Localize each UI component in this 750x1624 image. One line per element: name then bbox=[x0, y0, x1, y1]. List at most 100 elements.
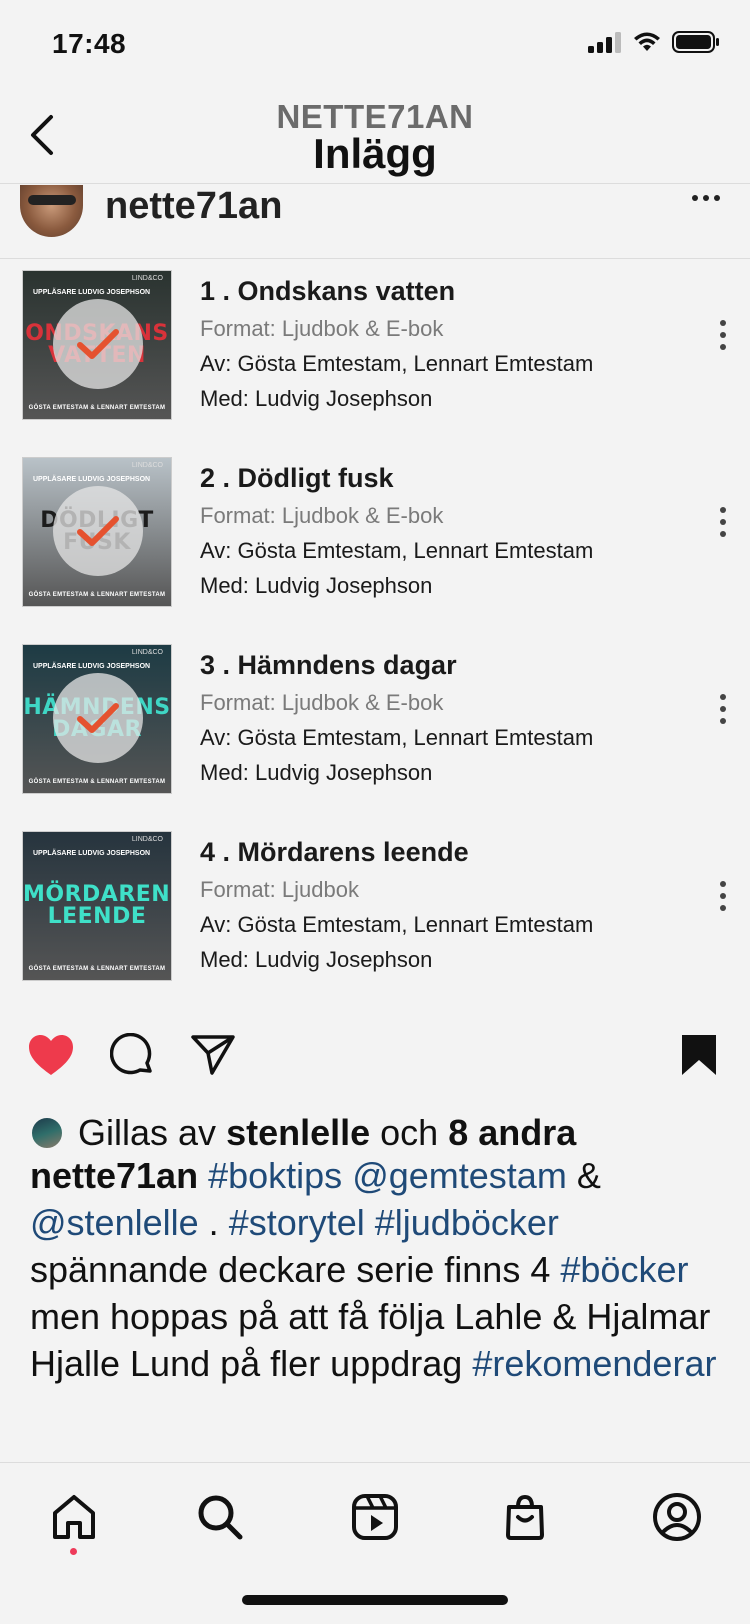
likes-row[interactable]: Gillas av stenlelle och 8 andra bbox=[30, 1108, 576, 1158]
book-menu-button[interactable] bbox=[720, 507, 726, 537]
bookmark-icon bbox=[682, 1035, 716, 1075]
post-username[interactable]: nette71an bbox=[105, 185, 282, 228]
like-button[interactable] bbox=[26, 1030, 76, 1080]
cover-logo: LIND&CO bbox=[131, 836, 163, 843]
reels-icon bbox=[352, 1494, 398, 1540]
dot-icon bbox=[720, 507, 726, 513]
dot-icon bbox=[720, 718, 726, 724]
book-author: Av: Gösta Emtestam, Lennart Emtestam bbox=[200, 538, 594, 563]
cover-narrator: UPPLÄSARE LUDVIG JOSEPHSON bbox=[33, 476, 151, 483]
hashtag-link[interactable]: #storytel bbox=[229, 1202, 365, 1243]
caption-text: & bbox=[576, 1155, 601, 1196]
tab-search[interactable] bbox=[192, 1489, 248, 1545]
comment-icon bbox=[110, 1033, 152, 1075]
book-narrator: Med: Ludvig Josephson bbox=[200, 573, 433, 598]
home-indicator[interactable] bbox=[242, 1595, 508, 1605]
tab-reels[interactable] bbox=[347, 1489, 403, 1545]
liker-username[interactable]: stenlelle bbox=[226, 1112, 370, 1153]
book-author: Av: Gösta Emtestam, Lennart Emtestam bbox=[200, 912, 594, 937]
post-caption: nette71an #boktips @gemtestam & @stenlel… bbox=[30, 1152, 730, 1387]
book-menu-button[interactable] bbox=[720, 320, 726, 350]
list-item[interactable]: LIND&CO UPPLÄSARE LUDVIG JOSEPHSON MÖRDA… bbox=[0, 823, 750, 983]
book-cover: LIND&CO UPPLÄSARE LUDVIG JOSEPHSON HÄMND… bbox=[22, 644, 172, 794]
book-cover: LIND&CO UPPLÄSARE LUDVIG JOSEPHSON MÖRDA… bbox=[22, 831, 172, 981]
tab-shop[interactable] bbox=[497, 1489, 553, 1545]
book-menu-button[interactable] bbox=[720, 694, 726, 724]
book-cover: LIND&CO UPPLÄSARE LUDVIG JOSEPHSON ONDSK… bbox=[22, 270, 172, 420]
wifi-icon bbox=[634, 32, 660, 51]
likes-text: Gillas av stenlelle och 8 andra bbox=[78, 1112, 576, 1154]
tab-home[interactable] bbox=[46, 1489, 102, 1545]
caption-text: . bbox=[208, 1202, 219, 1243]
mention-link[interactable]: @gemtestam bbox=[352, 1155, 567, 1196]
notification-dot bbox=[70, 1548, 77, 1555]
book-title: 3 . Hämndens dagar bbox=[200, 650, 457, 680]
finished-badge bbox=[53, 486, 143, 576]
dot-icon bbox=[720, 320, 726, 326]
book-author: Av: Gösta Emtestam, Lennart Emtestam bbox=[200, 351, 594, 376]
status-time: 17:48 bbox=[52, 28, 127, 59]
hashtag-link[interactable]: #ljudböcker bbox=[375, 1202, 559, 1243]
book-format: Format: Ljudbok bbox=[200, 877, 359, 902]
cover-authors: GÖSTA EMTESTAM & LENNART EMTESTAM bbox=[28, 966, 166, 972]
home-icon bbox=[53, 1495, 95, 1539]
comment-button[interactable] bbox=[107, 1030, 157, 1080]
more-options-button[interactable] bbox=[692, 195, 720, 201]
book-narrator: Med: Ludvig Josephson bbox=[200, 760, 433, 785]
book-menu-button[interactable] bbox=[720, 881, 726, 911]
book-title: 1 . Ondskans vatten bbox=[200, 276, 456, 306]
status-icons bbox=[588, 30, 720, 54]
cover-title: MÖRDARENS LEENDE bbox=[23, 882, 172, 929]
book-narrator: Med: Ludvig Josephson bbox=[200, 947, 433, 972]
profile-icon bbox=[653, 1493, 701, 1541]
likes-prefix: Gillas av bbox=[78, 1112, 217, 1153]
cover-narrator: UPPLÄSARE LUDVIG JOSEPHSON bbox=[33, 289, 151, 296]
cover-authors: GÖSTA EMTESTAM & LENNART EMTESTAM bbox=[28, 592, 166, 598]
signal-icon bbox=[588, 32, 621, 53]
nav-title: Inlägg bbox=[313, 130, 437, 177]
avatar[interactable] bbox=[20, 185, 83, 237]
cover-logo: LIND&CO bbox=[131, 275, 163, 282]
hashtag-link[interactable]: #rekomenderar bbox=[472, 1343, 716, 1384]
book-narrator: Med: Ludvig Josephson bbox=[200, 386, 433, 411]
book-format: Format: Ljudbok & E-bok bbox=[200, 503, 444, 528]
likes-others[interactable]: 8 andra bbox=[448, 1112, 576, 1153]
save-button[interactable] bbox=[674, 1030, 724, 1080]
cover-logo: LIND&CO bbox=[131, 649, 163, 656]
hashtag-link[interactable]: #böcker bbox=[560, 1249, 688, 1290]
dot-icon bbox=[720, 706, 726, 712]
finished-badge bbox=[53, 673, 143, 763]
cover-narrator: UPPLÄSARE LUDVIG JOSEPHSON bbox=[33, 663, 151, 670]
list-item[interactable]: LIND&CO UPPLÄSARE LUDVIG JOSEPHSON HÄMND… bbox=[0, 636, 750, 796]
book-format: Format: Ljudbok & E-bok bbox=[200, 690, 444, 715]
dot-icon bbox=[720, 519, 726, 525]
liker-avatar bbox=[30, 1116, 64, 1150]
dot-icon bbox=[720, 344, 726, 350]
dot-icon bbox=[714, 195, 720, 201]
book-author: Av: Gösta Emtestam, Lennart Emtestam bbox=[200, 725, 594, 750]
battery-icon bbox=[672, 31, 719, 53]
caption-username[interactable]: nette71an bbox=[30, 1155, 198, 1196]
dot-icon bbox=[720, 905, 726, 911]
finished-badge bbox=[53, 299, 143, 389]
mention-link[interactable]: @stenlelle bbox=[30, 1202, 199, 1243]
likes-joiner: och bbox=[380, 1112, 439, 1153]
shopping-bag-icon bbox=[506, 1494, 544, 1540]
list-item[interactable]: LIND&CO UPPLÄSARE LUDVIG JOSEPHSON ONDSK… bbox=[0, 262, 750, 422]
send-icon bbox=[191, 1035, 235, 1075]
checkmark-icon bbox=[77, 516, 119, 546]
share-button[interactable] bbox=[188, 1030, 238, 1080]
checkmark-icon bbox=[77, 329, 119, 359]
dot-icon bbox=[720, 881, 726, 887]
search-icon bbox=[198, 1495, 243, 1540]
dot-icon bbox=[703, 195, 709, 201]
dot-icon bbox=[720, 332, 726, 338]
hashtag-link[interactable]: #boktips bbox=[208, 1155, 342, 1196]
list-item[interactable]: LIND&CO UPPLÄSARE LUDVIG JOSEPHSON DÖDLI… bbox=[0, 449, 750, 609]
checkmark-icon bbox=[77, 703, 119, 733]
tab-profile[interactable] bbox=[649, 1489, 705, 1545]
post-actions bbox=[0, 1030, 750, 1086]
dot-icon bbox=[692, 195, 698, 201]
post-header: nette71an bbox=[0, 185, 750, 259]
caption-text: spännande deckare serie finns 4 bbox=[30, 1249, 551, 1290]
